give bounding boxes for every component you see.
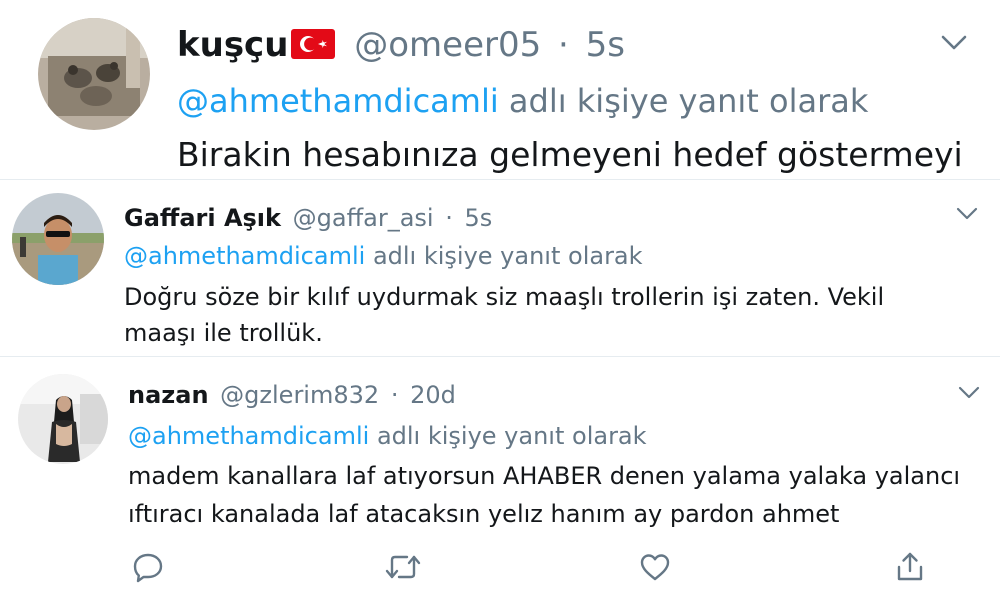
reply-context: @ahmethamdicamli adlı kişiye yanıt olara… bbox=[124, 240, 643, 272]
like-icon bbox=[640, 554, 670, 581]
tweet-header: nazan @gzlerim832 · 20d bbox=[128, 379, 456, 411]
reply-label: adlı kişiye yanıt olarak bbox=[376, 422, 647, 450]
mention-link[interactable]: @ahmethamdicamli bbox=[128, 422, 369, 450]
user-name[interactable]: kuşçu bbox=[177, 25, 288, 65]
user-name[interactable]: nazan bbox=[128, 381, 209, 409]
timestamp[interactable]: 20d bbox=[410, 381, 456, 409]
tweet-text-line-2: maaşı ile trollük. bbox=[124, 319, 323, 347]
tweet-text-line-2: ıftıracı kanalada laf atacaksın yelız ha… bbox=[128, 500, 840, 528]
user-handle[interactable]: @gaffar_asi bbox=[293, 204, 434, 232]
tweet-text: Birakin hesabınıza gelmeyeni hedef göste… bbox=[177, 135, 963, 174]
reply-icon bbox=[133, 553, 163, 583]
mention-link[interactable]: @ahmethamdicamli bbox=[177, 82, 499, 120]
separator-dot: · bbox=[445, 204, 453, 232]
tweet-header: Gaffari Aşık @gaffar_asi · 5s bbox=[124, 202, 492, 234]
reply-context: @ahmethamdicamli adlı kişiye yanıt olara… bbox=[177, 80, 868, 122]
tweet-3[interactable]: nazan @gzlerim832 · 20d @ahmethamdicamli… bbox=[0, 357, 1000, 600]
avatar[interactable] bbox=[18, 374, 108, 464]
chevron-down-icon[interactable] bbox=[958, 385, 980, 404]
timestamp[interactable]: 5s bbox=[586, 25, 625, 65]
share-button[interactable] bbox=[893, 550, 927, 584]
user-handle[interactable]: @gzlerim832 bbox=[220, 381, 379, 409]
separator-dot: · bbox=[558, 25, 569, 65]
reply-button[interactable] bbox=[131, 550, 165, 584]
retweet-button[interactable] bbox=[383, 550, 423, 584]
avatar[interactable] bbox=[38, 18, 150, 130]
like-button[interactable] bbox=[638, 550, 672, 584]
turkey-flag-icon bbox=[291, 27, 336, 69]
separator-dot: · bbox=[390, 381, 399, 409]
user-handle[interactable]: @omeer05 bbox=[354, 25, 541, 65]
tweet-text-line-1: Doğru söze bir kılıf uydurmak siz maaşlı… bbox=[124, 283, 885, 311]
reply-context: @ahmethamdicamli adlı kişiye yanıt olara… bbox=[128, 420, 647, 452]
tweet-2[interactable]: Gaffari Aşık @gaffar_asi · 5s @ahmethamd… bbox=[0, 180, 1000, 356]
tweet-header: kuşçu @omeer05 · 5s bbox=[177, 24, 625, 69]
tweet-text-line-1: madem kanallara laf atıyorsun AHABER den… bbox=[128, 462, 961, 490]
chevron-down-icon[interactable] bbox=[956, 206, 978, 225]
tweet-1[interactable]: kuşçu @omeer05 · 5s @ahmethamdicamli adl… bbox=[0, 0, 1000, 178]
chevron-down-icon[interactable] bbox=[940, 34, 968, 56]
tweet-actions bbox=[0, 550, 1000, 590]
timestamp[interactable]: 5s bbox=[465, 204, 493, 232]
avatar[interactable] bbox=[12, 193, 104, 285]
user-name[interactable]: Gaffari Aşık bbox=[124, 204, 281, 232]
retweet-icon bbox=[385, 555, 421, 579]
reply-label: adlı kişiye yanıt olarak bbox=[372, 242, 643, 270]
mention-link[interactable]: @ahmethamdicamli bbox=[124, 242, 365, 270]
reply-label: adlı kişiye yanıt olarak bbox=[508, 82, 869, 120]
share-icon bbox=[897, 552, 923, 581]
